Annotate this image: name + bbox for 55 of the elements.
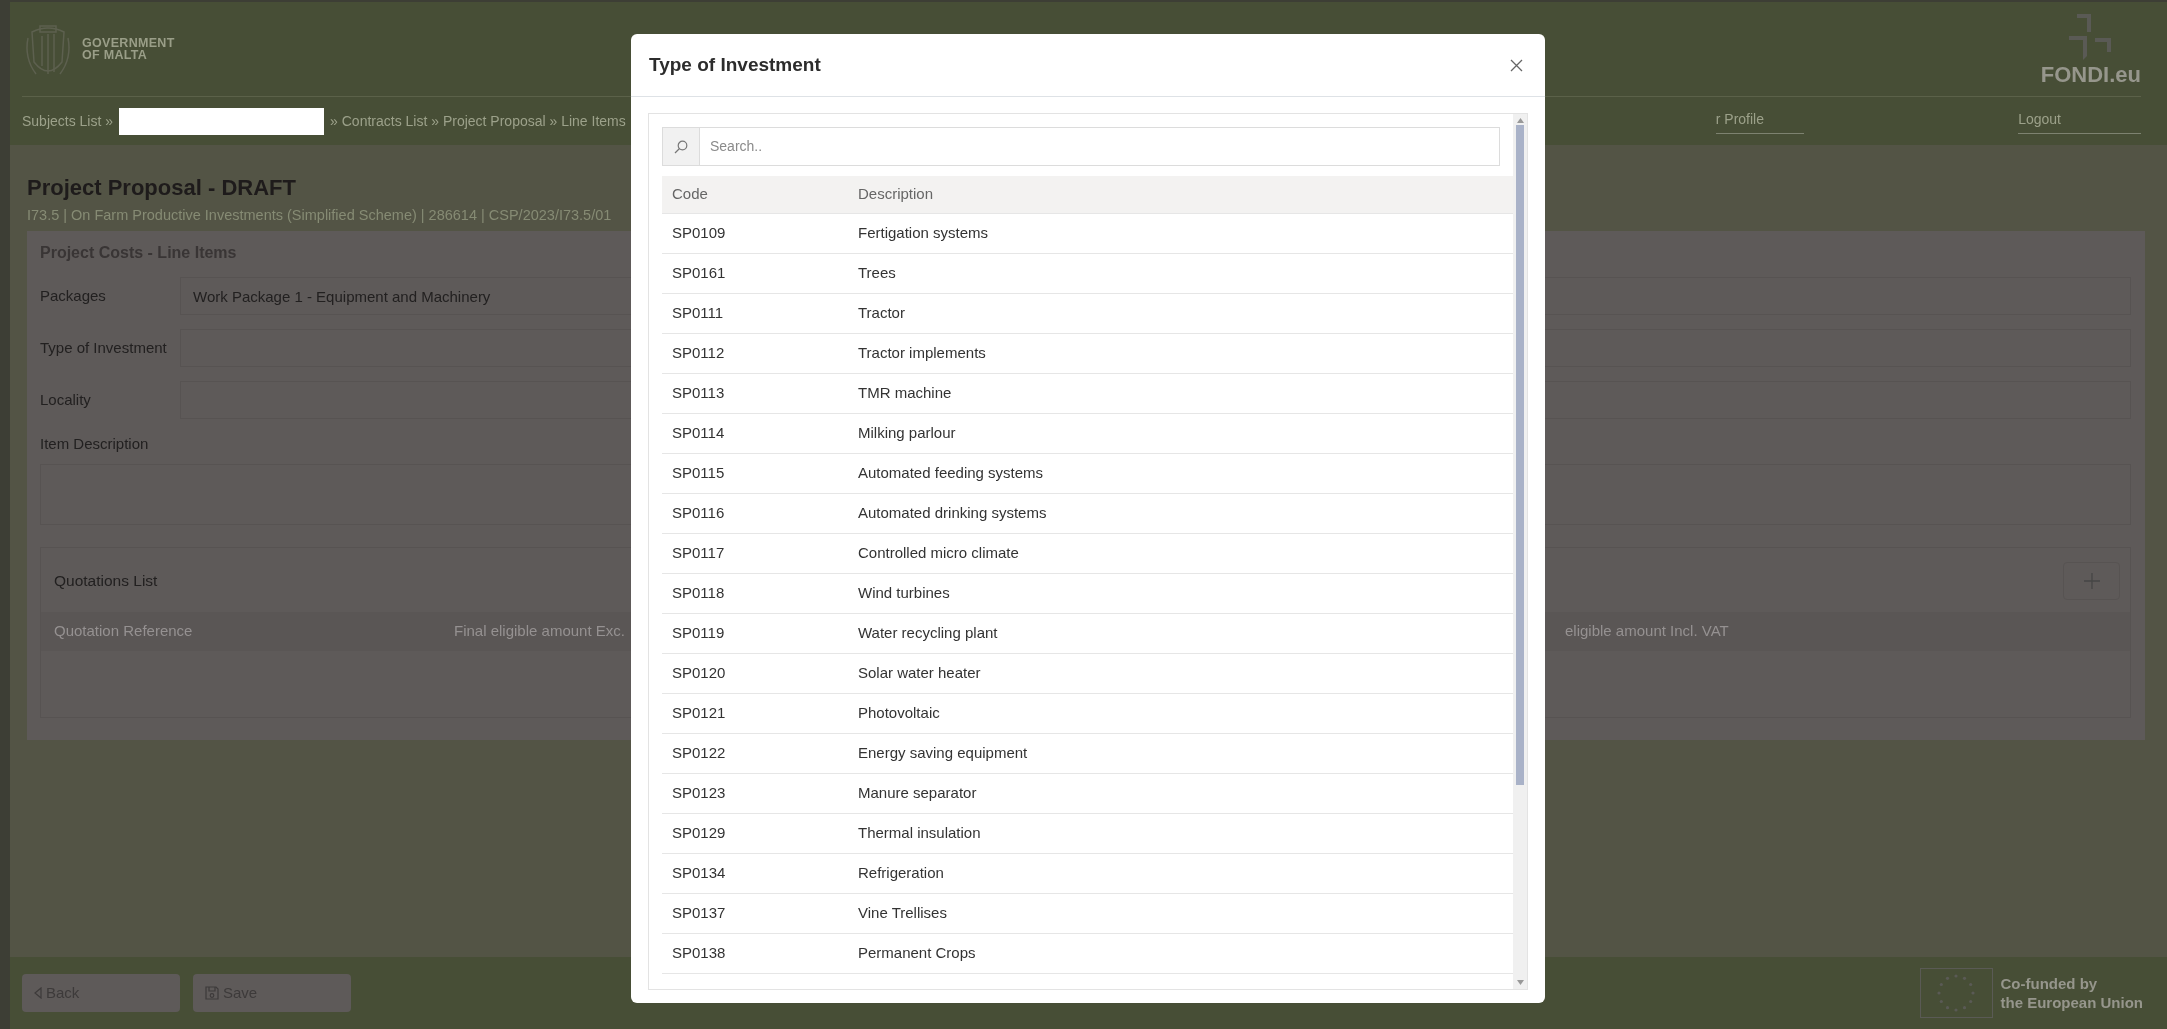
description-cell-text: Tractor xyxy=(858,303,906,324)
description-cell-text: Water recycling plant xyxy=(858,623,999,644)
code-cell-text: SP0114 xyxy=(671,423,726,444)
description-cell-text: Automated feeding systems xyxy=(858,463,1045,484)
code-cell-text: SP0138 xyxy=(671,943,727,964)
description-cell-text: Thermal insulation xyxy=(858,823,982,844)
description-cell-text: Wind turbines xyxy=(858,583,951,604)
panel-title: Quotations List xyxy=(54,571,158,591)
code-cell-text: SP0111 xyxy=(671,303,725,324)
description-cell-text: Energy saving equipment xyxy=(858,743,1029,764)
code-cell-text: SP0120 xyxy=(671,663,727,684)
description-cell-text: TMR machine xyxy=(858,383,953,404)
breadcrumb-text: » Contracts List » Project Proposal » Line Items xyxy=(330,111,626,131)
description-cell-text: Permanent Crops xyxy=(858,943,977,964)
code-cell-text: SP0134 xyxy=(671,863,727,884)
code-cell-text: SP0121 xyxy=(671,703,727,724)
brand-name: FONDI.eu xyxy=(2040,64,2141,86)
code-cell-text: SP0137 xyxy=(671,903,727,924)
code-cell-text: SP0113 xyxy=(671,383,726,404)
description-cell-text: Trees xyxy=(858,263,897,284)
modal-title: Type of Investment xyxy=(649,53,821,77)
column-header: Final eligible amount Exc. xyxy=(454,620,625,641)
page-title: Project Proposal - DRAFT xyxy=(27,175,296,202)
description-cell-text: Tractor implements xyxy=(858,343,987,364)
government-logo-text: GOVERNMENT OF MALTA xyxy=(82,37,175,61)
description-cell-text: Automated drinking systems xyxy=(858,503,1048,524)
description-cell-text: Photovoltaic xyxy=(858,703,941,724)
code-cell-text: SP0161 xyxy=(671,263,727,284)
code-cell-text: SP0109 xyxy=(671,223,727,244)
breadcrumb-text: Subjects List » xyxy=(22,111,114,131)
column-header: Description xyxy=(858,184,935,205)
field-label: Type of Investment xyxy=(40,337,168,358)
funding-text: Co-funded by the European Union xyxy=(2000,974,2143,1012)
column-header: Code xyxy=(671,184,709,205)
description-cell-text: Fertigation systems xyxy=(858,223,990,244)
description-cell-text: Solar water heater xyxy=(858,663,982,684)
field-label: Locality xyxy=(40,389,92,410)
code-cell-text: SP0117 xyxy=(671,543,726,564)
field-label: Item Description xyxy=(40,434,150,455)
code-cell-text: SP0116 xyxy=(671,503,726,524)
code-cell-text: SP0129 xyxy=(671,823,727,844)
description-cell-text: Refrigeration xyxy=(858,863,945,884)
column-header: Quotation Reference xyxy=(54,620,193,641)
description-cell-text: Vine Trellises xyxy=(858,903,948,924)
code-cell-text: SP0112 xyxy=(671,343,726,364)
description-cell-text: Milking parlour xyxy=(858,423,957,444)
code-cell-text: SP0115 xyxy=(671,463,726,484)
code-cell-text: SP0123 xyxy=(671,783,727,804)
description-cell-text: Manure separator xyxy=(858,783,978,804)
code-cell-text: SP0122 xyxy=(671,743,727,764)
description-cell-text: Controlled micro climate xyxy=(858,543,1020,564)
code-cell-text: SP0118 xyxy=(671,583,726,604)
field-label: Packages xyxy=(40,285,107,306)
code-cell-text: SP0119 xyxy=(671,623,726,644)
column-header: eligible amount Incl. VAT xyxy=(1565,620,1729,641)
